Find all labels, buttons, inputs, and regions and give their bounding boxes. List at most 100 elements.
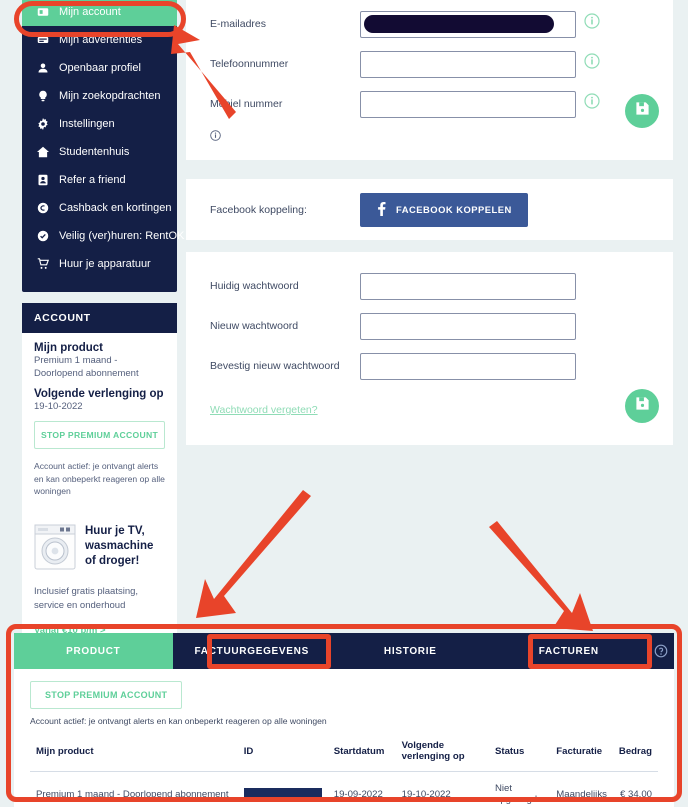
sidebar-item-label: Refer a friend (59, 174, 126, 186)
promo-text: Inclusief gratis plaatsing, service en o… (34, 586, 139, 611)
sidebar-item-refer-a-friend[interactable]: Refer a friend (22, 166, 177, 194)
renewal-date: 19-10-2022 (34, 400, 83, 412)
sidebar-item-cashback-en-kortingen[interactable]: Cashback en kortingen (22, 194, 177, 222)
sidebar-item-label: Openbaar profiel (59, 62, 141, 74)
mobile-input[interactable] (360, 90, 576, 118)
id-badge-icon (34, 174, 51, 186)
field-label: Bevestig nieuw wachtwoord (210, 360, 340, 372)
tab-facturen[interactable]: FACTUREN (490, 633, 649, 669)
sidebar-item-instellingen[interactable]: Instellingen (22, 110, 177, 138)
field-row-mobile: Mobiel nummer (186, 84, 673, 124)
field-row-new-password: Nieuw wachtwoord (186, 306, 673, 346)
col-volgende-verlenging-op: Volgende verlenging op (395, 740, 489, 772)
field-row-phone: Telefoonnummer (186, 44, 673, 84)
sidebar-item-openbaar-profiel[interactable]: Openbaar profiel (22, 54, 177, 82)
gear-icon (34, 118, 51, 130)
account-status-note: Account actief: je ontvangt alerts en ka… (34, 460, 165, 497)
renewal-heading: Volgende verlenging op (34, 387, 164, 400)
table-body: Premium 1 maand - Doorlopend abonnement … (30, 772, 658, 807)
help-circle-icon[interactable] (648, 633, 674, 669)
bottom-product-panel: PRODUCT FACTUURGEGEVENS HISTORIE FACTURE… (14, 633, 674, 807)
sidebar-item-studentenhuis[interactable]: Studentenhuis (22, 138, 177, 166)
save-contact-button[interactable] (625, 94, 659, 128)
account-status-note-bottom: Account actief: je ontvangt alerts en ka… (30, 716, 327, 726)
account-card-body: Mijn product Premium 1 maand - Doorlopen… (22, 333, 177, 512)
info-circle-icon[interactable] (584, 92, 600, 114)
sidebar-item-label: Huur je apparatuur (59, 258, 151, 270)
field-label: E-mailadres (210, 18, 267, 30)
field-label: Mobiel nummer (210, 98, 283, 110)
cell-product: Premium 1 maand - Doorlopend abonnement (36, 788, 229, 800)
sidebar-item-label: Mijn zoekopdrachten (59, 90, 161, 102)
current-password-input[interactable] (360, 272, 576, 300)
product-name: Premium 1 maand - Doorlopend abonnement (34, 355, 139, 379)
field-wrapper (360, 50, 600, 78)
phone-input[interactable] (360, 50, 576, 78)
field-row-facebook: Facebook koppeling: FACEBOOK KOPPELEN (186, 179, 673, 240)
col-startdatum: Startdatum (327, 740, 396, 772)
tab-product[interactable]: PRODUCT (14, 633, 173, 669)
contact-details-panel: E-mailadres Telefoonnummer Mobiel nummer (186, 0, 673, 160)
sidebar-item-label: Cashback en kortingen (59, 202, 172, 214)
sidebar-item-huur-je-apparatuur[interactable]: Huur je apparatuur (22, 250, 177, 278)
promo-top: Huur je TV, wasmachine of droger! (34, 524, 165, 575)
table-head: Mijn product ID Startdatum Volgende verl… (30, 740, 658, 772)
sidebar-item-label: Veilig (ver)huren: RentOK (59, 230, 185, 242)
sidebar-item-veilig-verhuren-rentok[interactable]: Veilig (ver)huren: RentOK (22, 222, 184, 250)
cell-bedrag: € 34,00 (619, 788, 652, 800)
promo-card: Huur je TV, wasmachine of droger! Inclus… (22, 512, 177, 652)
col-facturatie: Facturatie (550, 740, 613, 772)
field-wrapper (360, 90, 600, 118)
home-icon (34, 146, 51, 158)
cell-id (238, 772, 328, 807)
stop-premium-account-button[interactable]: STOP PREMIUM ACCOUNT (34, 420, 165, 449)
sidebar-item-label: Mijn advertenties (59, 34, 143, 46)
sidebar-nav: Mijn account Mijn advertenties Openbaar … (22, 0, 184, 292)
field-row-email: E-mailadres (186, 4, 673, 44)
sidebar-item-mijn-advertenties[interactable]: Mijn advertenties (22, 26, 177, 54)
sidebar-item-label: Studentenhuis (59, 146, 130, 158)
product-heading: Mijn product (34, 342, 103, 354)
tab-historie[interactable]: HISTORIE (331, 633, 490, 669)
cart-icon (34, 258, 51, 270)
cell-facturatie: Maandelijks (556, 788, 607, 800)
redacted-email-value (364, 14, 554, 33)
sidebar-item-mijn-zoekopdrachten[interactable]: Mijn zoekopdrachten (22, 82, 177, 110)
field-wrapper (360, 272, 576, 300)
stop-premium-account-button-bottom[interactable]: STOP PREMIUM ACCOUNT (30, 681, 183, 709)
new-password-input[interactable] (360, 312, 576, 340)
facebook-connect-button[interactable]: FACEBOOK KOPPELEN (360, 192, 528, 227)
confirm-password-input[interactable] (360, 352, 576, 380)
subscriptions-table: Mijn product ID Startdatum Volgende verl… (30, 740, 658, 807)
panel-footer-info-icon[interactable] (186, 124, 673, 146)
redacted-id-value (243, 788, 322, 800)
account-summary-card: ACCOUNT Mijn product Premium 1 maand - D… (22, 303, 177, 513)
tab-factuurgegevens[interactable]: FACTUURGEGEVENS (173, 633, 332, 669)
save-floppy-icon (635, 396, 650, 416)
password-change-panel: Huidig wachtwoord Nieuw wachtwoord Beves… (186, 252, 673, 445)
save-password-button[interactable] (625, 389, 659, 423)
sidebar-item-label: Instellingen (59, 118, 115, 130)
megaphone-icon (34, 34, 51, 46)
forgot-password-link[interactable]: Wachtwoord vergeten? (210, 404, 318, 416)
cell-status: Niet opgezegd (495, 783, 538, 805)
facebook-f-icon (376, 201, 387, 218)
field-wrapper (360, 352, 576, 380)
table-header-row: Mijn product ID Startdatum Volgende verl… (30, 740, 658, 772)
field-wrapper (360, 312, 576, 340)
info-circle-icon[interactable] (584, 12, 600, 34)
info-circle-icon[interactable] (584, 52, 600, 74)
sidebar-item-label: Mijn account (59, 6, 121, 18)
col-mijn-product: Mijn product (30, 740, 238, 772)
shield-check-icon (34, 230, 51, 242)
account-card-icon (34, 6, 51, 18)
app-root: Mijn account Mijn advertenties Openbaar … (0, 0, 688, 807)
field-label: Nieuw wachtwoord (210, 320, 299, 332)
bottom-panel-body: STOP PREMIUM ACCOUNT Account actief: je … (14, 669, 674, 807)
sidebar-item-mijn-account[interactable]: Mijn account (22, 0, 177, 26)
field-wrapper (360, 10, 600, 38)
col-id: ID (237, 740, 328, 772)
field-row-confirm-password: Bevestig nieuw wachtwoord (186, 346, 673, 386)
cell-startdatum: 19-09-2022 (333, 788, 383, 800)
account-card-header: ACCOUNT (22, 303, 177, 333)
